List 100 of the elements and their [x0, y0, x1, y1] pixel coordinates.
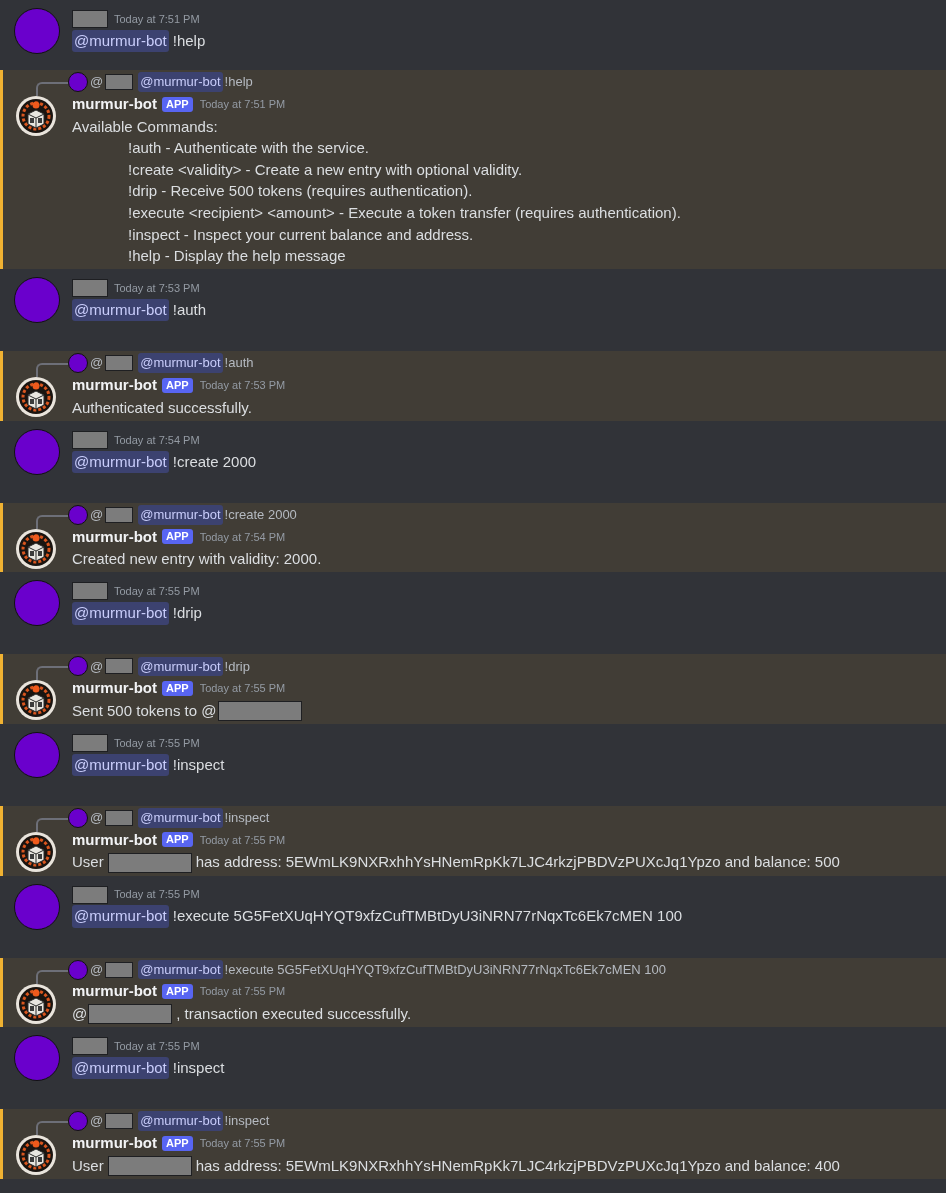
user-avatar [14, 277, 60, 324]
timestamp: Today at 7:53 PM [114, 280, 200, 296]
mention[interactable]: @murmur-bot [72, 29, 169, 53]
author-name[interactable]: murmur-bot [72, 980, 157, 1003]
reply-text: !inspect [224, 1112, 270, 1131]
mention[interactable]: @murmur-bot [72, 602, 169, 625]
user-avatar [68, 807, 88, 828]
mention[interactable]: @murmur-bot [138, 656, 223, 677]
app-badge: APP [162, 377, 193, 393]
message-text: has address: 5EWmLK9NXRxhhYsHNemRpKk7LJC4rkzjPBDVzPUXcJq1Ypzo and balance: 400 [195, 1155, 840, 1176]
redaction-box [105, 961, 134, 978]
message-text: !auth [172, 299, 207, 320]
redaction-box [105, 809, 134, 826]
mention[interactable]: @murmur-bot [138, 72, 223, 92]
redaction-box [105, 658, 134, 675]
redaction-box [105, 506, 134, 523]
message-text: User [72, 1155, 104, 1176]
at-sign: @ [90, 657, 104, 676]
bot-avatar-icon [16, 96, 56, 136]
message-text: has address: 5EWmLK9NXRxhhYsHNemRpKk7LJC4rkzjPBDVzPUXcJq1Ypzo and balance: 500 [195, 852, 840, 873]
message-text: Created new entry with validity: 2000. [72, 549, 322, 570]
user-avatar [14, 1035, 60, 1082]
at-sign: @ [90, 960, 104, 979]
mention[interactable]: @murmur-bot [138, 505, 223, 525]
redaction-box [72, 10, 108, 28]
mention[interactable]: @murmur-bot [72, 753, 169, 777]
mention[interactable]: @murmur-bot [138, 353, 223, 373]
app-badge: APP [162, 984, 193, 1000]
mention[interactable]: @murmur-bot [72, 298, 169, 322]
user-avatar [14, 580, 60, 627]
timestamp: Today at 7:54 PM [199, 529, 286, 545]
reply-text: !auth [224, 354, 254, 373]
timestamp: Today at 7:55 PM [199, 832, 286, 848]
timestamp: Today at 7:55 PM [199, 681, 286, 697]
user-avatar [14, 428, 60, 475]
reply-text: !execute 5G5FetXUqHYQT9xfzCufTMBtDyU3iNRN77rNqxTc6Ek7cMEN 100 [224, 960, 666, 979]
message-text: !inspect - Inspect your current balance and address. [128, 224, 474, 245]
message-text: , transaction executed successfully. [176, 1004, 412, 1025]
timestamp: Today at 7:55 PM [114, 887, 200, 903]
app-badge: APP [162, 832, 193, 848]
at-sign: @ [90, 506, 104, 524]
message-text: @ [72, 1004, 88, 1025]
app-badge: APP [162, 1135, 193, 1151]
app-badge: APP [162, 529, 193, 545]
at-sign: @ [90, 354, 104, 373]
author-name[interactable]: murmur-bot [72, 1131, 157, 1155]
at-sign: @ [90, 1112, 104, 1131]
bot-avatar-icon [16, 831, 56, 872]
author-name[interactable]: murmur-bot [72, 828, 157, 852]
author-name[interactable]: murmur-bot [72, 525, 157, 548]
message-text: !execute 5G5FetXUqHYQT9xfzCufTMBtDyU3iNRN77rNqxTc6Ek7cMEN 100 [172, 906, 683, 927]
redaction-box [105, 355, 134, 372]
timestamp: Today at 7:51 PM [199, 96, 286, 112]
timestamp: Today at 7:55 PM [114, 584, 200, 600]
message-text: Authenticated successfully. [72, 397, 252, 418]
user-avatar [68, 1111, 88, 1132]
message-text: !help - Display the help message [128, 246, 346, 267]
user-avatar [68, 353, 88, 374]
user-avatar [14, 8, 60, 54]
timestamp: Today at 7:55 PM [199, 1135, 286, 1151]
message-text: !auth - Authenticate with the service. [128, 138, 369, 159]
app-badge: APP [162, 680, 193, 696]
message-text: User [72, 852, 104, 873]
author-name[interactable]: murmur-bot [72, 677, 157, 700]
redaction-box [72, 430, 108, 449]
mention[interactable]: @murmur-bot [72, 1056, 169, 1080]
redaction-box [72, 1037, 108, 1056]
message-text: !inspect [172, 754, 225, 775]
redaction-box [105, 74, 134, 90]
message-text: !drip [172, 603, 202, 624]
mention[interactable]: @murmur-bot [72, 450, 169, 473]
reply-text: !help [224, 73, 253, 92]
reply-text: !inspect [224, 809, 270, 828]
user-avatar [68, 656, 88, 677]
timestamp: Today at 7:53 PM [199, 377, 286, 393]
author-name[interactable]: murmur-bot [72, 92, 157, 116]
user-avatar [14, 883, 60, 930]
mention[interactable]: @murmur-bot [72, 905, 169, 928]
redaction-box [105, 1113, 134, 1130]
bot-avatar-icon [16, 1135, 56, 1176]
reply-text: !drip [224, 657, 250, 676]
reply-text: !create 2000 [224, 506, 297, 524]
redaction-box [72, 885, 108, 904]
mention[interactable]: @murmur-bot [138, 808, 223, 828]
redaction-box [72, 733, 108, 752]
bot-avatar-icon [16, 680, 56, 721]
bot-avatar-icon [16, 528, 56, 569]
user-avatar [68, 959, 88, 980]
message-text: !create <validity> - Create a new entry with optional validity. [128, 159, 523, 180]
at-sign: @ [90, 809, 104, 828]
app-badge: APP [162, 96, 193, 112]
message-text: Available Commands: [72, 116, 218, 137]
mention[interactable]: @murmur-bot [138, 959, 223, 980]
bot-avatar-icon [16, 377, 56, 418]
at-sign: @ [90, 73, 104, 92]
user-avatar [68, 72, 88, 92]
timestamp: Today at 7:55 PM [114, 735, 200, 751]
user-avatar [68, 504, 88, 525]
mention[interactable]: @murmur-bot [138, 1111, 223, 1131]
author-name[interactable]: murmur-bot [72, 373, 157, 397]
